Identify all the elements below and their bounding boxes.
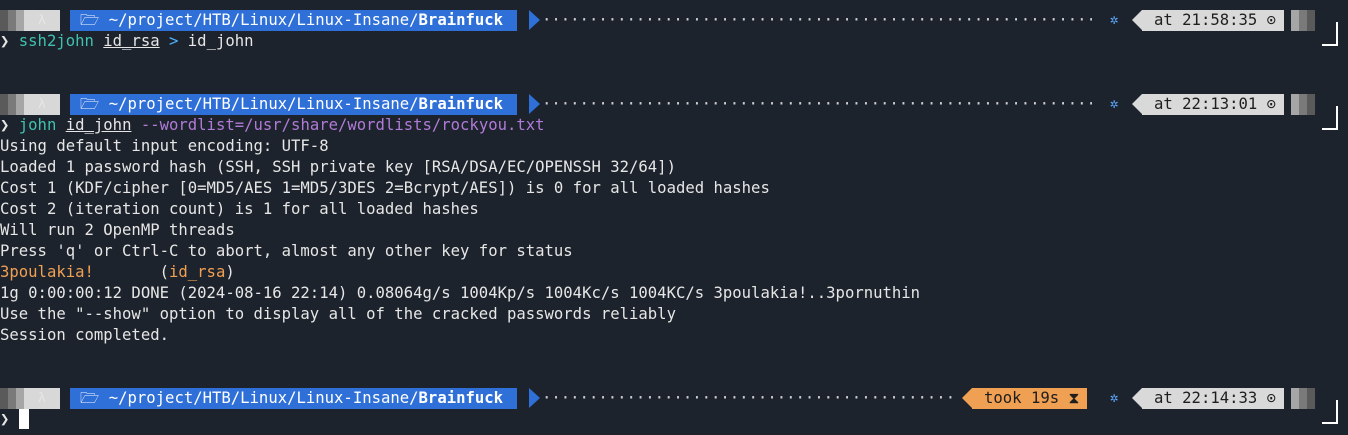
command-name: ssh2john: [18, 32, 94, 50]
output-line: 1g 0:00:00:12 DONE (2024-08-16 22:14) 0.…: [0, 284, 921, 302]
path-segment: 🗁 ~/project/HTB/Linux/Linux-Insane/Brain…: [70, 388, 518, 409]
paren-close: ): [225, 263, 235, 281]
path-current-dir: Brainfuck: [418, 95, 504, 113]
path-prefix: 🗁 ~/project/HTB/Linux/Linux-Insane/: [80, 95, 419, 113]
command-name: john: [18, 116, 57, 134]
cracked-password: 3poulakia!: [0, 263, 94, 281]
cracked-password-line: 3poulakia! (id_rsa): [0, 262, 1348, 283]
output-line: Cost 2 (iteration count) is 1 for all lo…: [0, 200, 479, 218]
lambda-icon: λ: [38, 97, 46, 112]
command-arg: id_john: [65, 116, 132, 134]
paren-open: (: [159, 263, 169, 281]
command-line[interactable]: ❯: [0, 409, 1348, 430]
output-line: Cost 1 (KDF/cipher [0=MD5/AES 1=MD5/3DES…: [0, 179, 770, 197]
prompt-filler-dots: ········································…: [542, 11, 1092, 29]
cracked-file: id_rsa: [169, 263, 226, 281]
text-cursor[interactable]: [18, 409, 29, 429]
gear-icon: ✲: [1110, 390, 1119, 406]
prompt-filler-dots: ········································…: [542, 389, 957, 407]
path-segment: 🗁 ~/project/HTB/Linux/Linux-Insane/Brain…: [70, 10, 518, 31]
redirect-operator: >: [169, 32, 179, 50]
prompt-line: λ 🗁 ~/project/HTB/Linux/Linux-Insane/Bra…: [0, 388, 1348, 424]
output-line: Press 'q' or Ctrl-C to abort, almost any…: [0, 242, 573, 260]
output-line: Loaded 1 password hash (SSH, SSH private…: [0, 158, 676, 176]
prompt-chevron: ❯: [0, 116, 10, 134]
prompt-left-bars: [0, 10, 60, 31]
prompt-chevron: ❯: [0, 32, 10, 50]
output-line: Use the "--show" option to display all o…: [0, 305, 676, 323]
prompt-filler-dots: ········································…: [542, 95, 1092, 113]
lambda-icon: λ: [38, 391, 46, 406]
lambda-icon: λ: [38, 13, 46, 28]
gear-icon: ✲: [1110, 12, 1119, 28]
output-line: Will run 2 OpenMP threads: [0, 221, 235, 239]
command-line: ❯ ssh2john id_rsa > id_john: [0, 31, 1348, 52]
redirect-target: id_john: [187, 32, 254, 50]
path-segment: 🗁 ~/project/HTB/Linux/Linux-Insane/Brain…: [70, 94, 518, 115]
command-line: ❯ john id_john --wordlist=/usr/share/wor…: [0, 115, 1348, 136]
prompt-line: λ 🗁 ~/project/HTB/Linux/Linux-Insane/Bra…: [0, 94, 1348, 130]
terminal[interactable]: λ 🗁 ~/project/HTB/Linux/Linux-Insane/Bra…: [0, 10, 1348, 430]
path-current-dir: Brainfuck: [418, 389, 504, 407]
time-segment: at 22:14:33 ⊙: [1142, 388, 1285, 409]
time-segment: at 21:58:35 ⊙: [1142, 10, 1285, 31]
prompt-line: λ 🗁 ~/project/HTB/Linux/Linux-Insane/Bra…: [0, 10, 1348, 46]
path-prefix: 🗁 ~/project/HTB/Linux/Linux-Insane/: [80, 389, 419, 407]
output-line: Using default input encoding: UTF-8: [0, 137, 329, 155]
path-prefix: 🗁 ~/project/HTB/Linux/Linux-Insane/: [80, 11, 419, 29]
command-arg: id_rsa: [103, 32, 160, 50]
prompt-chevron: ❯: [0, 410, 10, 428]
command-option: --wordlist=/usr/share/wordlists/rockyou.…: [140, 116, 545, 134]
duration-segment: took 19s ⧗: [972, 388, 1088, 409]
output-line: Session completed.: [0, 326, 169, 344]
gear-icon: ✲: [1110, 96, 1119, 112]
time-segment: at 22:13:01 ⊙: [1142, 94, 1285, 115]
path-current-dir: Brainfuck: [418, 11, 504, 29]
